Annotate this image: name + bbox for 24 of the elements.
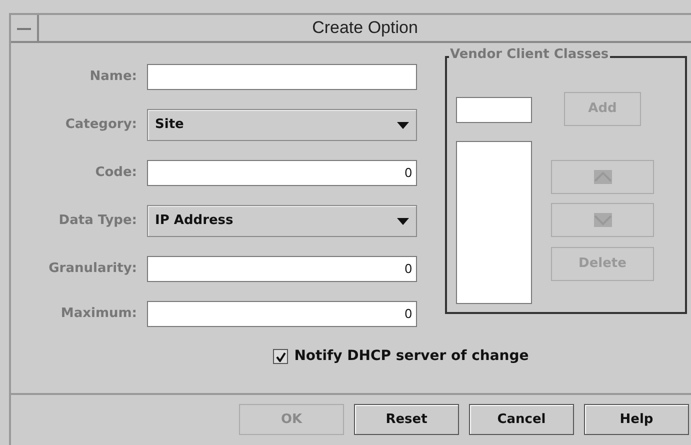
field-label: Name: (88, 68, 138, 86)
field-label: Maximum: (60, 305, 138, 324)
dialog-button[interactable]: Cancel (469, 404, 574, 435)
class-input-field[interactable] (456, 97, 532, 123)
field-label: Granularity: (48, 260, 138, 278)
check-icon (276, 352, 286, 362)
input-field[interactable] (147, 64, 417, 90)
chevron-up-icon (594, 170, 612, 184)
input-field[interactable]: 0 (147, 256, 417, 282)
window-title: Create Option (311, 17, 419, 39)
notify-checkbox[interactable]: Notify DHCP server of change (273, 346, 529, 367)
field-label: Category: (64, 116, 138, 134)
chevron-down-icon (594, 213, 612, 227)
dropdown[interactable]: IP Address (147, 205, 417, 237)
field-label: Code: (94, 164, 138, 182)
dropdown[interactable]: Site (147, 109, 417, 141)
caret-icon (397, 122, 409, 128)
dialog-button[interactable]: Help (584, 404, 689, 435)
dialog-button[interactable]: Reset (354, 404, 459, 435)
input-field[interactable]: 0 (147, 301, 417, 327)
field-label: Data Type: (58, 212, 138, 230)
class-list[interactable] (456, 141, 532, 304)
input-field[interactable]: 0 (147, 160, 417, 186)
caret-icon (397, 218, 409, 224)
